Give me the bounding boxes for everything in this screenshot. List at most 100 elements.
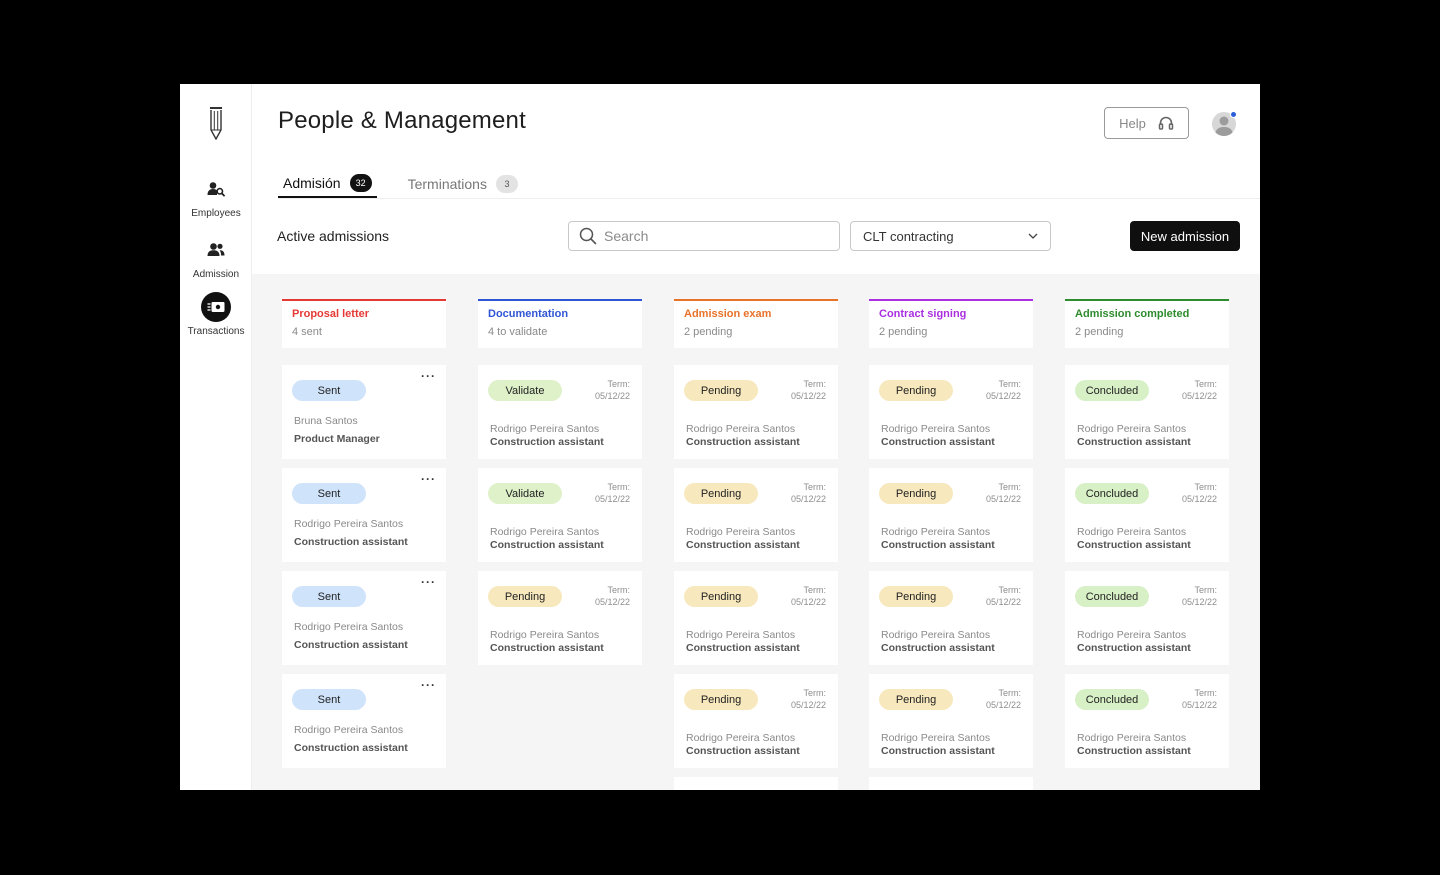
admission-card[interactable]: Pending Term: 05/12/22 Rodrigo Pereira Sant… (674, 674, 838, 768)
candidate-role: Construction assistant (686, 745, 800, 757)
candidate-name: Rodrigo Pereira Santos (490, 526, 600, 538)
term-date: Term: 05/12/22 (791, 378, 826, 402)
term-date: Term: 05/12/22 (595, 481, 630, 505)
candidate-role: Construction assistant (1077, 539, 1191, 551)
status-badge[interactable]: Pending (684, 689, 758, 710)
term-label: Term: (998, 482, 1022, 492)
term-date: Term: 05/12/22 (986, 687, 1021, 711)
status-badge[interactable]: Pending (684, 483, 758, 504)
money-icon (201, 292, 231, 322)
column-subtitle: 2 pending (1075, 326, 1124, 338)
admission-card[interactable]: Sent ··· Rodrigo Pereira Santos Constructio… (282, 468, 446, 562)
help-label: Help (1119, 115, 1146, 131)
term-value: 05/12/22 (985, 700, 1021, 710)
tab-admision[interactable]: Admisión 32 (278, 170, 377, 198)
more-options-icon[interactable]: ··· (421, 369, 436, 383)
admission-card[interactable]: Pending Term: 05/12/22 Rodrigo Pereira Sant… (869, 571, 1033, 665)
admission-card[interactable]: Validate Term: 05/12/22 Rodrigo Pereira San… (478, 365, 642, 459)
more-options-icon[interactable]: ··· (421, 678, 436, 692)
candidate-role: Product Manager (294, 433, 380, 445)
search-input[interactable] (604, 228, 824, 244)
admission-card[interactable]: Sent ··· Rodrigo Pereira Santos Constructio… (282, 571, 446, 665)
status-badge[interactable]: Pending (488, 586, 562, 607)
kanban-column: Admission exam 2 pending Pending Term: 05/12… (674, 299, 838, 790)
admission-card[interactable]: Pending Term: 05/12/22 Rodrigo Pereira Sant… (869, 468, 1033, 562)
search-icon (579, 227, 597, 245)
candidate-role: Construction assistant (1077, 642, 1191, 654)
status-badge[interactable]: Validate (488, 380, 562, 401)
admission-card[interactable]: Pending Term: 05/12/22 Rodrigo Pereira Sant… (478, 571, 642, 665)
status-badge[interactable]: Pending (684, 586, 758, 607)
term-value: 05/12/22 (1181, 597, 1217, 607)
candidate-role: Construction assistant (881, 745, 995, 757)
pencil-logo-icon (210, 107, 222, 140)
search-box (568, 221, 840, 251)
status-badge[interactable]: Concluded (1075, 483, 1149, 504)
status-badge[interactable]: Pending (879, 380, 953, 401)
admission-card[interactable]: Pending Term: 05/12/22 Rodrigo Pereira Sant… (674, 468, 838, 562)
notification-dot (1230, 111, 1237, 118)
term-date: Term: 05/12/22 (595, 378, 630, 402)
admission-card[interactable]: Pending Term: 05/12/22 Rodrigo Pereira Sant… (869, 674, 1033, 768)
admission-card[interactable]: Sent ··· Bruna Santos Product Manager (282, 365, 446, 459)
term-value: 05/12/22 (1181, 494, 1217, 504)
column-header: Admission exam 2 pending (674, 299, 838, 348)
admission-card[interactable]: Concluded Term: 05/12/22 Rodrigo Pereira Sa… (1065, 365, 1229, 459)
candidate-role: Construction assistant (881, 436, 995, 448)
contract-type-select[interactable]: CLT contracting (850, 221, 1051, 251)
admission-card[interactable]: Pending Term: 05/12/22 Rodrigo Pereira Sant… (674, 365, 838, 459)
admission-card-partial[interactable] (869, 777, 1033, 790)
column-title: Contract signing (879, 308, 967, 320)
admission-card[interactable]: Pending Term: 05/12/22 Rodrigo Pereira Sant… (869, 365, 1033, 459)
term-value: 05/12/22 (790, 494, 826, 504)
term-value: 05/12/22 (985, 494, 1021, 504)
status-badge[interactable]: Pending (879, 483, 953, 504)
tab-terminations[interactable]: Terminations 3 (403, 170, 523, 198)
admission-card[interactable]: Sent ··· Rodrigo Pereira Santos Constructio… (282, 674, 446, 768)
term-label: Term: (998, 688, 1022, 698)
admission-card[interactable]: Concluded Term: 05/12/22 Rodrigo Pereira Sa… (1065, 674, 1229, 768)
admission-card[interactable]: Validate Term: 05/12/22 Rodrigo Pereira San… (478, 468, 642, 562)
candidate-role: Construction assistant (686, 436, 800, 448)
column-subtitle: 2 pending (879, 326, 928, 338)
admission-card[interactable]: Concluded Term: 05/12/22 Rodrigo Pereira Sa… (1065, 468, 1229, 562)
more-options-icon[interactable]: ··· (421, 575, 436, 589)
status-badge[interactable]: Concluded (1075, 586, 1149, 607)
sidebar-item-transactions[interactable]: Transactions (180, 292, 252, 337)
status-badge[interactable]: Sent (292, 689, 366, 710)
status-badge[interactable]: Sent (292, 380, 366, 401)
column-header: Documentation 4 to validate (478, 299, 642, 348)
candidate-name: Rodrigo Pereira Santos (881, 732, 991, 744)
status-badge[interactable]: Sent (292, 483, 366, 504)
status-badge[interactable]: Validate (488, 483, 562, 504)
status-badge[interactable]: Sent (292, 586, 366, 607)
status-badge[interactable]: Pending (879, 689, 953, 710)
chevron-down-icon (1028, 233, 1038, 239)
kanban-column: Contract signing 2 pending Pending Term: 05/… (869, 299, 1033, 790)
kanban-column: Documentation 4 to validate Validate Term: 0… (478, 299, 642, 665)
term-date: Term: 05/12/22 (986, 481, 1021, 505)
candidate-name: Rodrigo Pereira Santos (490, 629, 600, 641)
status-badge[interactable]: Pending (684, 380, 758, 401)
sidebar-item-employees[interactable]: Employees (180, 174, 252, 219)
term-value: 05/12/22 (985, 391, 1021, 401)
tabs-divider (278, 198, 1260, 199)
candidate-role: Construction assistant (1077, 436, 1191, 448)
column-header: Proposal letter 4 sent (282, 299, 446, 348)
help-button[interactable]: Help (1104, 107, 1189, 139)
admission-card[interactable]: Concluded Term: 05/12/22 Rodrigo Pereira Sa… (1065, 571, 1229, 665)
status-badge[interactable]: Pending (879, 586, 953, 607)
status-badge[interactable]: Concluded (1075, 689, 1149, 710)
term-date: Term: 05/12/22 (1182, 687, 1217, 711)
candidate-name: Rodrigo Pereira Santos (1077, 526, 1187, 538)
status-badge[interactable]: Concluded (1075, 380, 1149, 401)
candidate-name: Rodrigo Pereira Santos (490, 423, 600, 435)
candidate-role: Construction assistant (490, 642, 604, 654)
term-label: Term: (803, 688, 827, 698)
new-admission-button[interactable]: New admission (1130, 221, 1240, 251)
sidebar-item-admission[interactable]: Admission (180, 235, 252, 280)
admission-card-partial[interactable] (674, 777, 838, 790)
admission-card[interactable]: Pending Term: 05/12/22 Rodrigo Pereira Sant… (674, 571, 838, 665)
candidate-role: Construction assistant (294, 639, 408, 651)
more-options-icon[interactable]: ··· (421, 472, 436, 486)
